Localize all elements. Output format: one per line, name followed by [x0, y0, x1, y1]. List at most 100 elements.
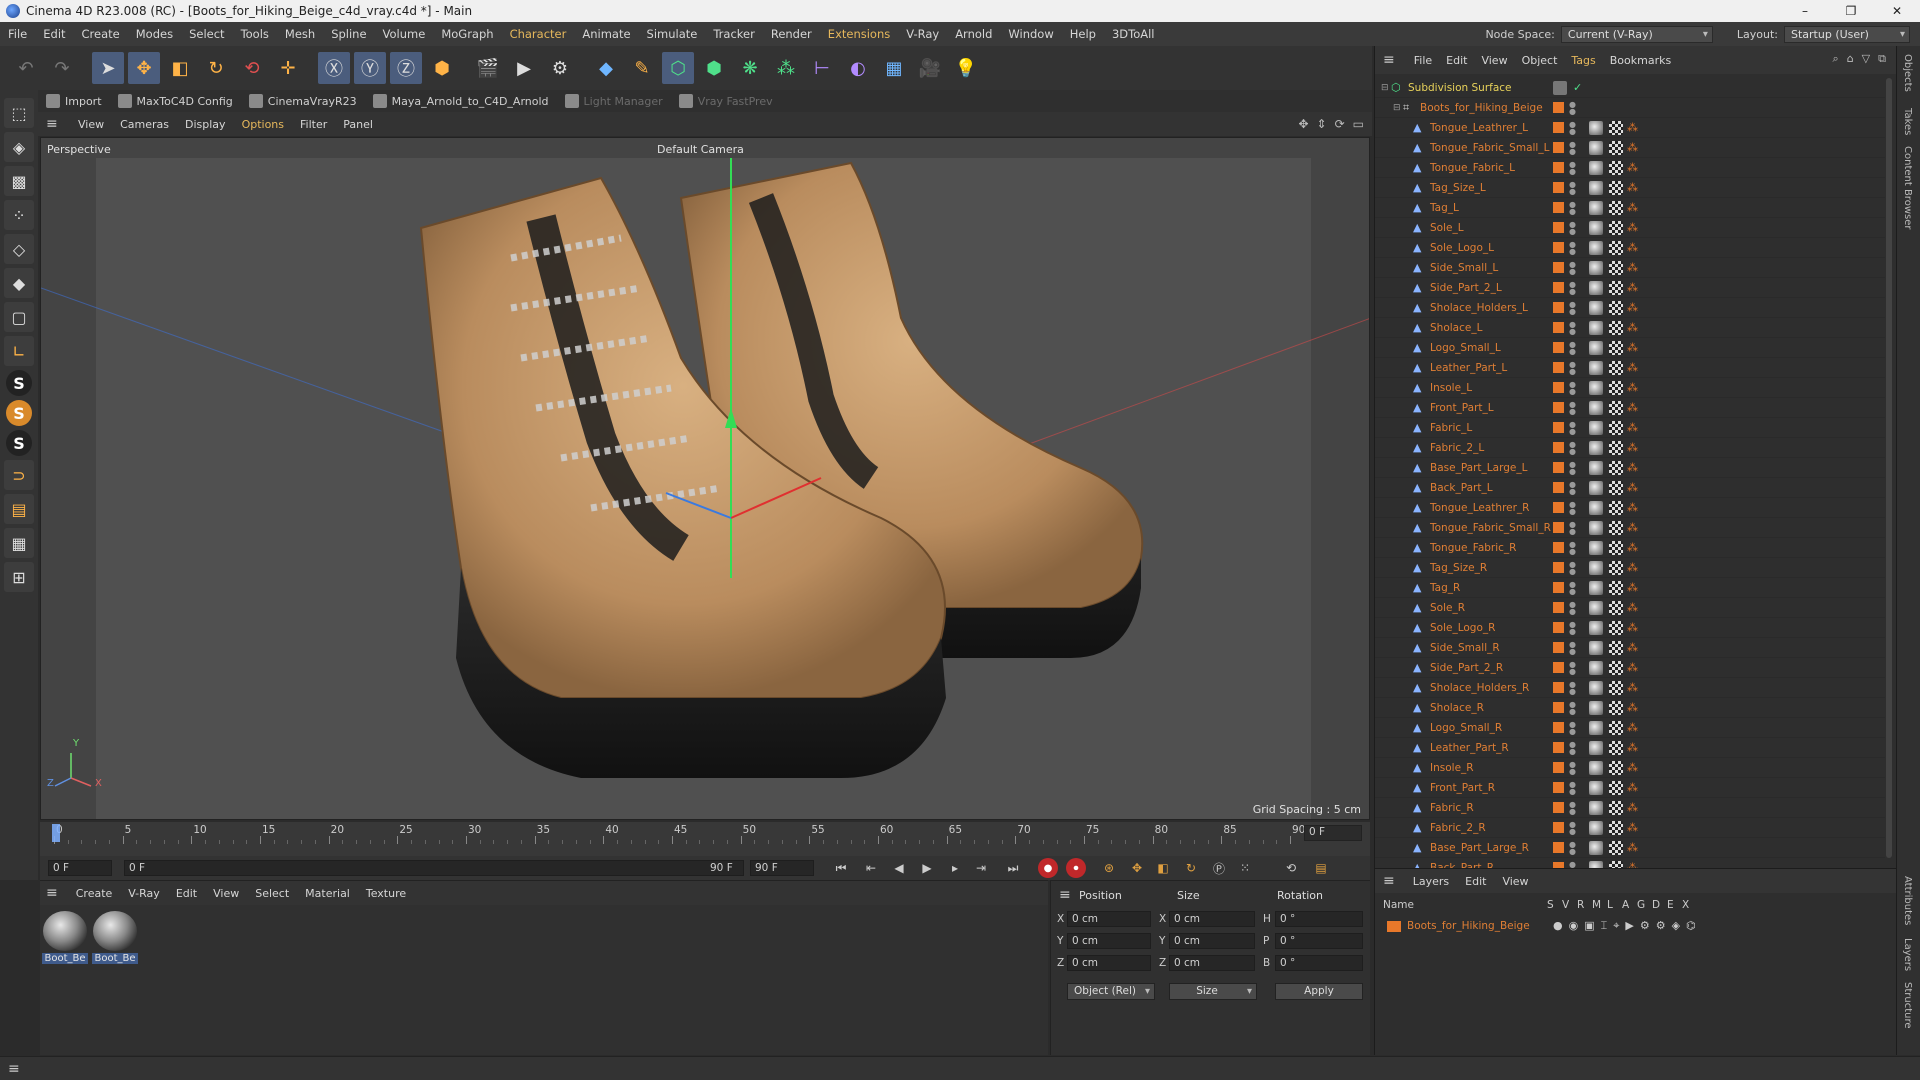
texture-mode-icon[interactable]: ▩ [4, 166, 34, 196]
visibility-dots-icon[interactable]: ●● [1569, 841, 1576, 856]
coordinate-system-icon[interactable]: ⬢ [426, 52, 458, 84]
object-row[interactable]: ▲ Fabric_2_R ● ● ⁂ [1375, 818, 1885, 838]
uvw-tag-icon[interactable] [1609, 180, 1623, 195]
layer-column-e[interactable]: E [1667, 899, 1674, 911]
layer-color-swatch[interactable] [1553, 442, 1564, 453]
object-row[interactable]: ▲ Sole_Logo_R ● ● ⁂ [1375, 618, 1885, 638]
cube-icon[interactable]: ◆ [590, 52, 622, 84]
uvw-tag-icon[interactable] [1609, 320, 1623, 335]
menu-create[interactable]: Create [74, 27, 128, 41]
layer-color-swatch[interactable] [1553, 162, 1564, 173]
timeline-window-icon[interactable]: ▤ [1310, 858, 1332, 878]
phong-tag-icon[interactable] [1589, 540, 1603, 555]
material-tag-icon[interactable]: ⁂ [1627, 801, 1638, 814]
phong-tag-icon[interactable] [1589, 440, 1603, 455]
minimize-button[interactable]: – [1782, 0, 1828, 22]
material-tag-icon[interactable]: ⁂ [1627, 341, 1638, 354]
play-icon[interactable]: ▶ [916, 858, 938, 878]
visibility-dots-icon[interactable]: ●● [1569, 381, 1576, 396]
menu-v-ray[interactable]: V-Ray [898, 27, 947, 41]
undo-icon[interactable]: ↶ [10, 52, 42, 84]
uvw-tag-icon[interactable] [1609, 200, 1623, 215]
material-tag-icon[interactable]: ⁂ [1627, 221, 1638, 234]
material-tag-icon[interactable]: ⁂ [1627, 181, 1638, 194]
object-row[interactable]: ▲ Side_Part_2_R ● ● ⁂ [1375, 658, 1885, 678]
object-row[interactable]: ▲ Side_Part_2_L ● ● ⁂ [1375, 278, 1885, 298]
material-tag-icon[interactable]: ⁂ [1627, 301, 1638, 314]
object-row[interactable]: ▲ Tongue_Leathrer_L ● ● ⁂ [1375, 118, 1885, 138]
uvw-tag-icon[interactable] [1609, 580, 1623, 595]
uvw-tag-icon[interactable] [1609, 280, 1623, 295]
visibility-dots-icon[interactable]: ●● [1569, 281, 1576, 296]
home-icon[interactable]: ⌂ [1847, 52, 1854, 66]
layer-color-swatch[interactable] [1553, 662, 1564, 673]
layer-color-swatch[interactable] [1553, 142, 1564, 153]
phong-tag-icon[interactable] [1589, 260, 1603, 275]
layer-menu-layers[interactable]: Layers [1405, 875, 1457, 888]
material-menu-v-ray[interactable]: V-Ray [120, 887, 168, 900]
visibility-dots-icon[interactable]: ●● [1569, 301, 1576, 316]
node-space-dropdown[interactable]: Current (V-Ray) [1560, 25, 1713, 43]
menu-spline[interactable]: Spline [323, 27, 374, 41]
uvw-tag-icon[interactable] [1609, 720, 1623, 735]
object-name[interactable]: Insole_L [1430, 382, 1472, 394]
y-axis-lock-icon[interactable]: Ⓨ [354, 52, 386, 84]
uvw-tag-icon[interactable] [1609, 740, 1623, 755]
next-frame-icon[interactable]: ▸ [944, 858, 966, 878]
viewport-menu-cameras[interactable]: Cameras [112, 118, 177, 131]
phong-tag-icon[interactable] [1589, 240, 1603, 255]
layer-color-swatch[interactable] [1553, 122, 1564, 133]
phong-tag-icon[interactable] [1589, 500, 1603, 515]
uvw-tag-icon[interactable] [1609, 480, 1623, 495]
object-row[interactable]: ▲ Side_Small_L ● ● ⁂ [1375, 258, 1885, 278]
menu-tracker[interactable]: Tracker [705, 27, 763, 41]
phong-tag-icon[interactable] [1589, 780, 1603, 795]
phong-tag-icon[interactable] [1589, 520, 1603, 535]
material-tag-icon[interactable]: ⁂ [1627, 721, 1638, 734]
object-name[interactable]: Tongue_Leathrer_L [1430, 122, 1528, 134]
object-name[interactable]: Tongue_Fabric_Small_L [1430, 142, 1549, 154]
material-tag-icon[interactable]: ⁂ [1627, 161, 1638, 174]
visibility-dots-icon[interactable]: ●● [1569, 701, 1576, 716]
visibility-dots-icon[interactable]: ●● [1569, 421, 1576, 436]
layer-color-swatch[interactable] [1553, 522, 1564, 533]
render-region-icon[interactable]: 🎬 [472, 52, 504, 84]
polygons-mode-icon[interactable]: ◆ [4, 268, 34, 298]
menu-extensions[interactable]: Extensions [820, 27, 898, 41]
object-row[interactable]: ▲ Logo_Small_L ● ● ⁂ [1375, 338, 1885, 358]
uvw-tag-icon[interactable] [1609, 560, 1623, 575]
layer-color-swatch[interactable] [1553, 822, 1564, 833]
tab-layers[interactable]: Layers [1902, 938, 1913, 971]
layer-menu-edit[interactable]: Edit [1457, 875, 1494, 888]
rotate-icon[interactable]: ↻ [200, 52, 232, 84]
object-name[interactable]: Leather_Part_R [1430, 742, 1509, 754]
visibility-dots-icon[interactable]: ●● [1569, 641, 1576, 656]
collapse-icon[interactable]: ⊟ [1381, 83, 1391, 93]
object-name[interactable]: Tongue_Leathrer_R [1430, 502, 1529, 514]
redo-icon[interactable]: ↷ [46, 52, 78, 84]
material-menu-hamburger-icon[interactable]: ≡ [46, 885, 58, 901]
menu-simulate[interactable]: Simulate [639, 27, 706, 41]
layer-name[interactable]: Boots_for_Hiking_Beige [1407, 920, 1530, 932]
go-to-end-icon[interactable]: ⏭ [1002, 858, 1024, 878]
uvw-tag-icon[interactable] [1609, 340, 1623, 355]
layer-column-g[interactable]: G [1637, 899, 1645, 911]
phong-tag-icon[interactable] [1589, 660, 1603, 675]
uvw-tag-icon[interactable] [1609, 400, 1623, 415]
layer-color-swatch[interactable] [1553, 842, 1564, 853]
tab-structure[interactable]: Structure [1902, 982, 1913, 1029]
menu-tools[interactable]: Tools [233, 27, 277, 41]
phong-tag-icon[interactable] [1589, 720, 1603, 735]
visibility-dots-icon[interactable]: ●● [1569, 681, 1576, 696]
recent-tools-icon[interactable]: ⟲ [236, 52, 268, 84]
phong-tag-icon[interactable] [1589, 480, 1603, 495]
uvw-tag-icon[interactable] [1609, 660, 1623, 675]
magnet-icon[interactable]: ⊃ [4, 460, 34, 490]
object-row[interactable]: ▲ Sole_R ● ● ⁂ [1375, 598, 1885, 618]
scale-icon[interactable]: ◧ [164, 52, 196, 84]
menu-help[interactable]: Help [1062, 27, 1104, 41]
layer-color-swatch[interactable] [1553, 102, 1564, 113]
layer-column-a[interactable]: A [1622, 899, 1629, 911]
snap-icon[interactable]: S [6, 370, 32, 396]
layer-color-swatch[interactable] [1553, 602, 1564, 613]
